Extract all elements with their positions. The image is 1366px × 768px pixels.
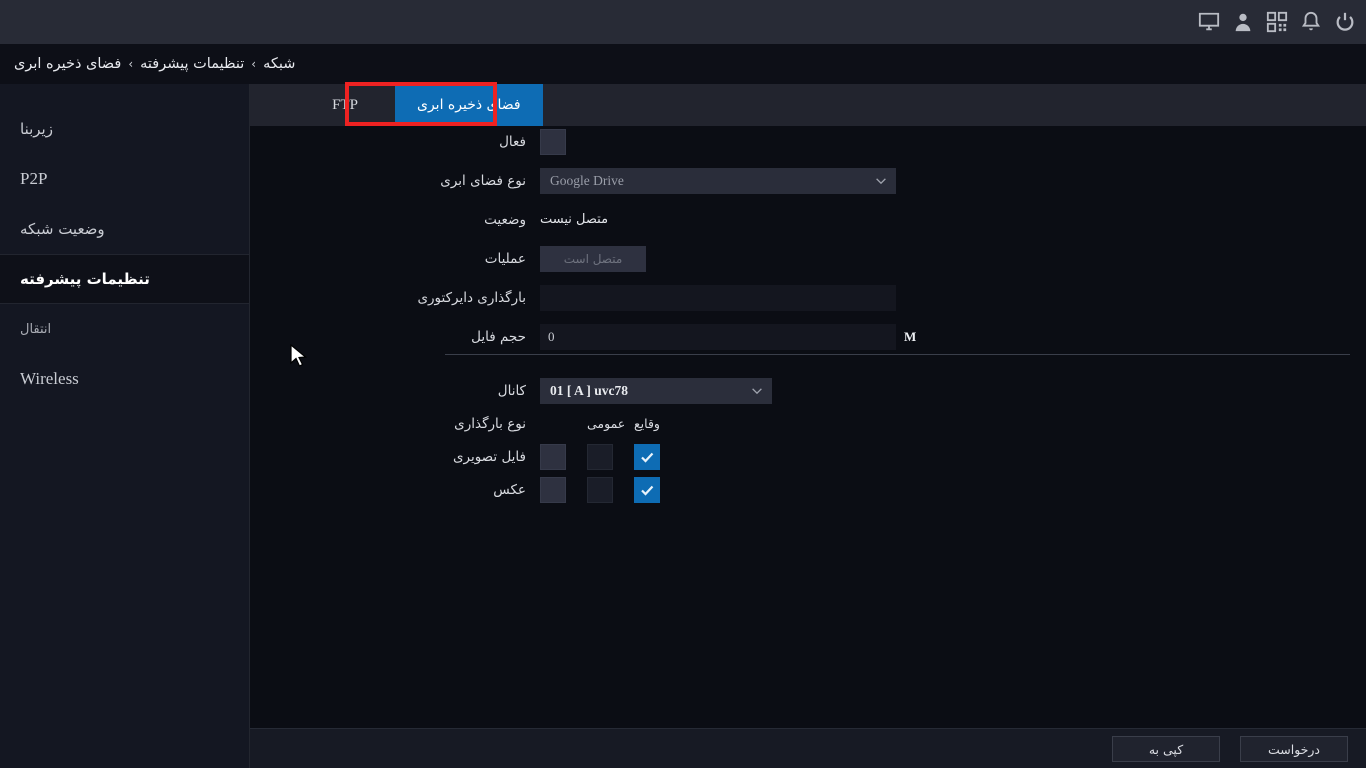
- top-bar-icon-group: [1198, 0, 1356, 44]
- form-row-channel: کانال 01 [ A ] uvc78: [250, 374, 1366, 407]
- sidebar-item-label: وضعیت شبکه: [20, 220, 105, 238]
- channel-select[interactable]: 01 [ A ] uvc78: [540, 377, 772, 404]
- application-window: شبکه › تنظیمات پیشرفته › فضای ذخیره ابری…: [0, 0, 1366, 768]
- apply-button[interactable]: درخواست: [1240, 736, 1348, 762]
- breadcrumb-separator-icon: ›: [128, 57, 134, 71]
- cloud-type-value: Google Drive: [550, 172, 624, 188]
- mouse-cursor: [290, 344, 307, 367]
- copy-to-button[interactable]: کپی به: [1112, 736, 1220, 762]
- enable-label: فعال: [499, 133, 526, 150]
- chevron-down-icon: [752, 387, 762, 394]
- copy-to-button-label: کپی به: [1148, 741, 1184, 757]
- main-content: فعال نوع فضای ابری Google Drive وضعیت مت…: [250, 126, 1366, 728]
- user-icon[interactable]: [1232, 11, 1254, 33]
- sidebar-item-label: انتقال: [20, 321, 52, 337]
- channel-label: کانال: [497, 382, 526, 399]
- monitor-icon[interactable]: [1198, 11, 1220, 33]
- top-bar: [0, 0, 1366, 44]
- snapshot-checkbox-general[interactable]: [587, 476, 613, 503]
- footer-button-group: کپی به درخواست: [1112, 729, 1348, 768]
- sidebar-item-label: P2P: [20, 169, 48, 188]
- file-size-label: حجم فایل: [471, 328, 526, 345]
- upload-directory-input[interactable]: [540, 284, 896, 311]
- form-row-status: وضعیت متصل نیست: [250, 204, 1366, 235]
- tab-ftp[interactable]: FTP: [295, 84, 395, 126]
- sidebar-top-spacer: [0, 84, 249, 104]
- form-row-upload-directory: بارگذاری دایرکتوری: [250, 282, 1366, 313]
- cloud-settings-form: فعال نوع فضای ابری Google Drive وضعیت مت…: [250, 126, 1366, 360]
- upload-directory-label: بارگذاری دایرکتوری: [417, 289, 526, 306]
- qrcode-icon[interactable]: [1266, 11, 1288, 33]
- matrix-header-row: نوع بارگذاری عمومی وقایع: [250, 407, 1366, 440]
- form-row-file-size: حجم فایل M: [250, 321, 1366, 352]
- matrix-column-header-general: عمومی: [587, 416, 626, 431]
- cloud-type-select[interactable]: Google Drive: [540, 167, 896, 194]
- enable-checkbox[interactable]: [540, 128, 566, 155]
- tab-bar: FTP فضای ذخیره ابری: [250, 84, 1366, 126]
- channel-value: 01 [ A ] uvc78: [550, 382, 629, 398]
- sidebar-item-label: Wireless: [20, 369, 79, 388]
- snapshot-checkbox-col3[interactable]: [540, 476, 566, 503]
- footer-bar: کپی به درخواست: [250, 728, 1366, 768]
- video-file-checkbox-col3[interactable]: [540, 443, 566, 470]
- power-icon[interactable]: [1334, 11, 1356, 33]
- status-value: متصل نیست: [540, 212, 609, 227]
- check-icon: [641, 485, 654, 496]
- breadcrumb-item-2[interactable]: فضای ذخیره ابری: [14, 56, 121, 72]
- apply-button-label: درخواست: [1267, 741, 1320, 757]
- breadcrumb-separator-icon: ›: [251, 57, 257, 71]
- sidebar-item-wireless[interactable]: Wireless: [0, 354, 249, 404]
- sidebar-item-label: زیربنا: [20, 120, 53, 138]
- check-icon: [641, 452, 654, 463]
- sidebar-item-advanced-settings[interactable]: تنظیمات پیشرفته: [0, 254, 249, 304]
- tab-cloud-storage[interactable]: فضای ذخیره ابری: [395, 84, 543, 126]
- bell-icon[interactable]: [1300, 11, 1322, 33]
- matrix-row-label: فایل تصویری: [452, 448, 526, 465]
- matrix-row-snapshot: عکس: [250, 473, 1366, 506]
- matrix-column-header-events: وقایع: [634, 416, 660, 431]
- sidebar-item-infrastructure[interactable]: زیربنا: [0, 104, 249, 154]
- connect-button-label: متصل است: [563, 251, 623, 266]
- breadcrumb-item-0[interactable]: شبکه: [263, 56, 295, 72]
- sidebar-item-transfer[interactable]: انتقال: [0, 304, 249, 354]
- connect-button[interactable]: متصل است: [540, 245, 646, 272]
- snapshot-checkbox-events[interactable]: [634, 476, 660, 503]
- sidebar-item-p2p[interactable]: P2P: [0, 154, 249, 204]
- video-file-checkbox-general[interactable]: [587, 443, 613, 470]
- form-row-enable: فعال: [250, 126, 1366, 157]
- matrix-row-video-file: فایل تصویری: [250, 440, 1366, 473]
- breadcrumb-item-1[interactable]: تنظیمات پیشرفته: [140, 56, 244, 72]
- breadcrumb-bar: شبکه › تنظیمات پیشرفته › فضای ذخیره ابری: [0, 44, 1366, 84]
- section-divider: [445, 354, 1350, 355]
- chevron-down-icon: [876, 177, 886, 184]
- file-size-unit: M: [904, 328, 917, 344]
- file-size-input[interactable]: [540, 323, 896, 350]
- form-row-cloud-type: نوع فضای ابری Google Drive: [250, 165, 1366, 196]
- breadcrumb: شبکه › تنظیمات پیشرفته › فضای ذخیره ابری: [14, 44, 295, 84]
- tab-list: FTP فضای ذخیره ابری: [295, 84, 543, 126]
- status-label: وضعیت: [484, 211, 526, 228]
- sidebar-item-network-status[interactable]: وضعیت شبکه: [0, 204, 249, 254]
- upload-type-label: نوع بارگذاری: [454, 415, 526, 432]
- cloud-type-label: نوع فضای ابری: [440, 172, 526, 189]
- form-row-operation: عملیات متصل است: [250, 243, 1366, 274]
- sidebar-item-label: تنظیمات پیشرفته: [20, 270, 150, 288]
- operation-label: عملیات: [484, 250, 526, 267]
- channel-upload-matrix: کانال 01 [ A ] uvc78 نوع بارگذاری عمومی …: [250, 374, 1366, 506]
- tab-label: فضای ذخیره ابری: [417, 97, 521, 113]
- matrix-row-label: عکس: [493, 481, 526, 498]
- video-file-checkbox-events[interactable]: [634, 443, 660, 470]
- tab-label: FTP: [332, 96, 358, 113]
- sidebar: زیربنا P2P وضعیت شبکه تنظیمات پیشرفته ان…: [0, 84, 250, 768]
